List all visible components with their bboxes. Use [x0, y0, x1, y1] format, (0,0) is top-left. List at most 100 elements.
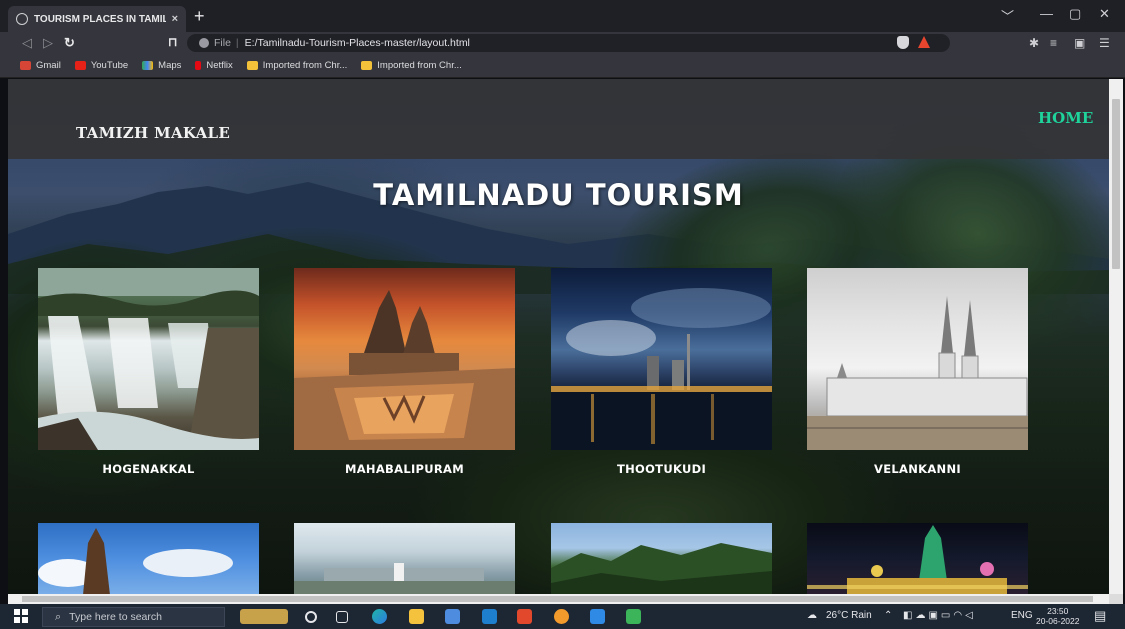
new-tab-button[interactable]: + — [194, 7, 205, 25]
site-header: TAMIZH MAKALE HOME — [8, 79, 1109, 159]
gopuram-illustration — [38, 528, 233, 594]
whiteboard-icon[interactable] — [626, 609, 641, 624]
bookmark-netflix[interactable]: Netflix — [195, 60, 233, 71]
info-icon[interactable] — [199, 38, 209, 48]
place-image-row2-2[interactable] — [294, 523, 515, 594]
brave-taskbar-icon[interactable] — [517, 609, 532, 624]
cortana-icon[interactable] — [305, 611, 317, 623]
weather-icon[interactable]: ☁ — [807, 610, 817, 621]
taskbar-clock[interactable]: 23:50 20-06-2022 — [1036, 606, 1079, 626]
place-caption: VELANKANNI — [874, 462, 961, 476]
bookmark-folder[interactable]: Imported from Chr... — [246, 60, 348, 71]
vscode-icon[interactable] — [590, 609, 605, 624]
power-plant-illustration — [551, 288, 772, 450]
task-view-icon[interactable] — [336, 611, 348, 623]
place-card-mahabalipuram[interactable]: MAHABALIPURAM — [294, 268, 515, 476]
place-card-hogenakkal[interactable]: HOGENAKKAL — [38, 268, 259, 476]
reload-icon[interactable]: ↻ — [64, 35, 75, 51]
clock-date: 20-06-2022 — [1036, 616, 1080, 626]
netflix-icon — [195, 61, 202, 70]
waterfall-illustration — [38, 268, 259, 450]
file-explorer-icon[interactable] — [409, 609, 424, 624]
minimize-button[interactable]: — — [1040, 6, 1053, 21]
bookmark-maps[interactable]: Maps — [142, 60, 181, 71]
bookmark-label: Netflix — [206, 60, 233, 71]
system-tray-icons[interactable]: ◧☁▣▭◠◁ — [903, 610, 976, 621]
cityscape-illustration — [294, 563, 515, 594]
vertical-scrollbar[interactable] — [1109, 79, 1123, 594]
weather-text[interactable]: 26°C Rain — [826, 610, 872, 621]
globe-icon — [16, 13, 28, 25]
bookmark-label: Imported from Chr... — [262, 60, 348, 71]
tab-title: TOURISM PLACES IN TAMILNADU — [34, 13, 166, 25]
back-icon[interactable]: ◁ — [22, 35, 32, 51]
mahabalipuram-image[interactable] — [294, 268, 515, 450]
mail-icon[interactable] — [482, 609, 497, 624]
hills-illustration — [551, 543, 772, 594]
taskbar-search[interactable]: ⌕ Type here to search — [42, 607, 225, 627]
lit-temple-illustration — [807, 525, 1028, 594]
site-brand[interactable]: TAMIZH MAKALE — [76, 124, 230, 142]
menu-icon[interactable]: ☰ — [1099, 36, 1110, 50]
tray-overflow-icon[interactable]: ⌃ — [884, 610, 892, 621]
horizontal-scroll-thumb[interactable] — [22, 596, 1093, 602]
edge-icon[interactable] — [372, 609, 387, 624]
store-icon[interactable] — [445, 609, 460, 624]
bookmark-icon[interactable]: ⊓ — [168, 35, 177, 49]
church-illustration — [807, 296, 1028, 450]
place-image-row2-1[interactable] — [38, 523, 259, 594]
url-text[interactable]: E:/Tamilnadu-Tourism-Places-master/layou… — [245, 37, 470, 49]
forward-icon[interactable]: ▷ — [43, 35, 53, 51]
place-caption: MAHABALIPURAM — [344, 462, 464, 476]
place-image-row2-4[interactable] — [807, 523, 1028, 594]
wallet-icon[interactable]: ▣ — [1074, 36, 1085, 50]
search-highlight-icon[interactable] — [240, 609, 288, 624]
bookmark-youtube[interactable]: YouTube — [74, 60, 129, 71]
brave-rewards-icon[interactable] — [918, 36, 930, 48]
nav-home-link[interactable]: HOME — [1038, 109, 1093, 127]
windows-taskbar: ⌕ Type here to search ☁ 26°C Rain ⌃ ◧☁▣▭… — [0, 604, 1125, 629]
address-scheme-label: File — [214, 37, 231, 49]
tab-search-button[interactable]: ﹀ — [1001, 6, 1014, 25]
maps-icon — [142, 61, 154, 70]
bookmark-gmail[interactable]: Gmail — [20, 60, 61, 71]
velankanni-image[interactable] — [807, 268, 1028, 450]
folder-icon — [361, 61, 373, 70]
reading-list-icon[interactable]: ≡ — [1050, 36, 1057, 50]
thootukudi-image[interactable] — [551, 268, 772, 450]
tab-close-button[interactable]: × — [172, 13, 178, 25]
place-caption: THOOTUKUDI — [616, 462, 707, 476]
bookmark-label: Maps — [158, 60, 182, 71]
maximize-button[interactable]: ▢ — [1069, 6, 1081, 22]
notifications-icon[interactable]: ▤ — [1094, 608, 1106, 624]
address-bar[interactable]: File | E:/Tamilnadu-Tourism-Places-maste… — [187, 34, 950, 52]
close-window-button[interactable]: ✕ — [1099, 6, 1110, 22]
firefox-icon[interactable] — [554, 609, 569, 624]
youtube-icon — [74, 61, 86, 70]
bookmark-folder[interactable]: Imported from Chr... — [361, 60, 462, 71]
hogenakkal-image[interactable] — [38, 268, 259, 450]
language-indicator[interactable]: ENG — [1011, 610, 1033, 621]
clock-time: 23:50 — [1047, 606, 1069, 616]
folder-icon — [246, 61, 258, 70]
bookmark-label: Gmail — [36, 60, 61, 71]
extensions-icon[interactable]: ✱ — [1029, 36, 1039, 50]
horizontal-scrollbar[interactable] — [8, 594, 1109, 604]
bookmark-label: YouTube — [90, 60, 129, 71]
browser-toolbar: ◁ ▷ ↻ ⊓ File | E:/Tamilnadu-Tourism-Plac… — [0, 32, 1125, 54]
bookmarks-bar: Gmail YouTube Maps Netflix Imported from… — [0, 54, 1125, 78]
temple-illustration — [294, 290, 515, 450]
brave-shield-icon[interactable] — [897, 36, 909, 49]
vertical-scroll-thumb[interactable] — [1112, 99, 1120, 269]
address-separator: | — [235, 37, 239, 49]
search-icon: ⌕ — [55, 610, 62, 623]
scrollbar-corner — [1109, 594, 1123, 604]
place-image-row2-3[interactable] — [551, 523, 772, 594]
gmail-icon — [20, 61, 31, 70]
browser-tab[interactable]: TOURISM PLACES IN TAMILNADU × — [8, 6, 186, 32]
place-card-velankanni[interactable]: VELANKANNI — [807, 268, 1028, 476]
place-caption: HOGENAKKAL — [102, 462, 195, 476]
place-card-thootukudi[interactable]: THOOTUKUDI — [551, 268, 772, 476]
page-viewport: TAMIZH MAKALE HOME TAMILNADU TOURISM HOG… — [8, 79, 1109, 594]
windows-start-icon[interactable] — [14, 609, 28, 623]
